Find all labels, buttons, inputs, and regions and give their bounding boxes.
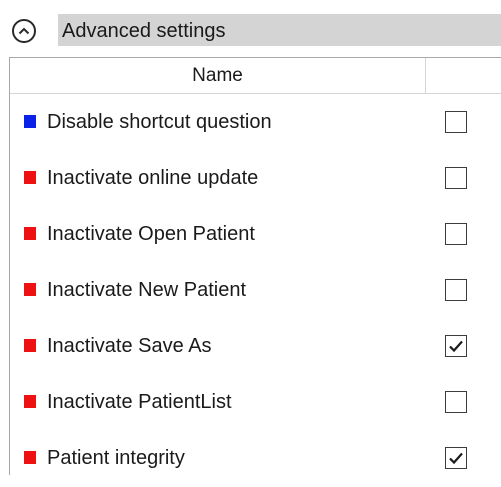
row-checkbox[interactable] [445,335,467,357]
row-checkbox[interactable] [445,279,467,301]
row-label: Inactivate Save As [47,335,212,357]
section-title: Advanced settings [62,20,226,42]
table-row: Inactivate New Patient [10,263,501,319]
row-label: Inactivate online update [47,167,259,189]
table-row: Inactivate online update [10,151,501,207]
row-label: Inactivate New Patient [47,279,246,301]
row-checkbox[interactable] [445,223,467,245]
row-label: Inactivate PatientList [47,391,232,413]
checkmark-icon [449,452,463,465]
row-label: Patient integrity [47,447,185,469]
table-row: Inactivate Open Patient [10,207,501,263]
row-color-marker [24,339,36,352]
row-color-marker [24,283,36,296]
column-header-name[interactable]: Name [10,58,426,93]
row-color-marker [24,395,36,408]
section-header: Advanced settings [0,0,501,46]
row-color-marker [24,451,36,464]
row-color-marker [24,171,36,184]
table-row: Patient integrity [10,431,501,487]
row-checkbox[interactable] [445,111,467,133]
table-row: Inactivate PatientList [10,375,501,431]
settings-table: Name Disable shortcut question Inactivat… [9,57,501,475]
row-checkbox[interactable] [445,391,467,413]
row-color-marker [24,227,36,240]
row-checkbox[interactable] [445,167,467,189]
row-color-marker [24,115,36,128]
row-label: Disable shortcut question [47,111,272,133]
chevron-up-icon [18,27,30,35]
table-row: Disable shortcut question [10,95,501,151]
row-label: Inactivate Open Patient [47,223,255,245]
table-row: Inactivate Save As [10,319,501,375]
collapse-toggle-button[interactable] [12,19,36,43]
row-checkbox[interactable] [445,447,467,469]
checkmark-icon [449,340,463,353]
table-header: Name [10,58,501,94]
